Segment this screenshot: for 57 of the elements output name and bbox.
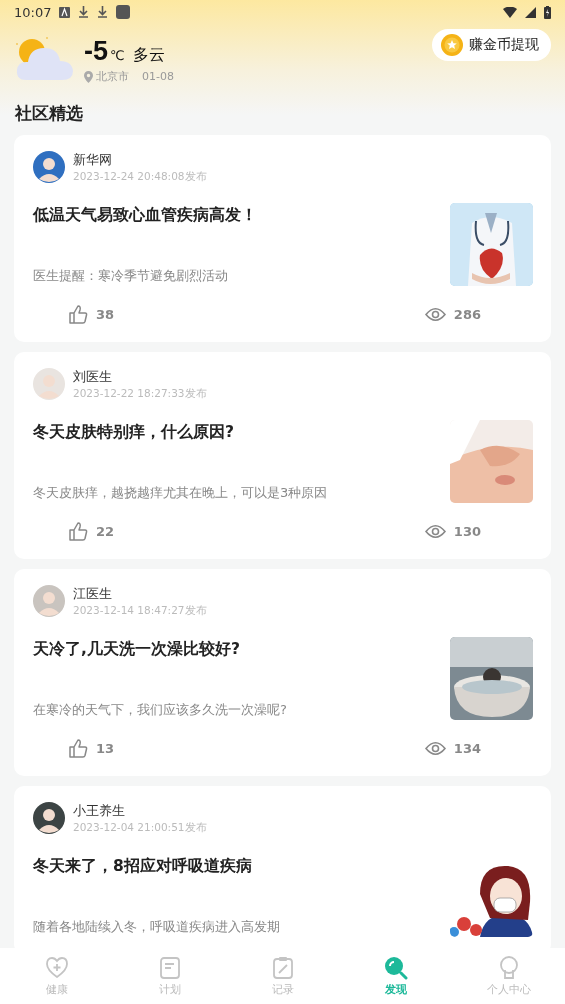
temperature: -5 <box>84 36 108 67</box>
post-card[interactable]: 小王养生 2023-12-04 21:00:51发布 冬天来了，8招应对呼吸道疾病 随着各地陆续入冬，呼吸道疾病进入高发期 <box>14 786 551 948</box>
author-name: 江医生 <box>73 585 113 603</box>
author-name: 新华网 <box>73 151 113 169</box>
post-title: 冬天来了，8招应对呼吸道疾病 <box>33 856 253 877</box>
signal-icon <box>525 6 536 18</box>
post-summary: 在寒冷的天气下，我们应该多久洗一次澡呢? <box>33 701 288 719</box>
like-count: 22 <box>96 523 115 539</box>
eye-icon <box>424 306 446 322</box>
download-icon <box>97 6 109 18</box>
temperature-unit: ℃ <box>110 48 125 63</box>
post-title: 冬天皮肤特别痒，什么原因? <box>33 422 235 443</box>
view-count: 134 <box>453 740 481 756</box>
location-pin-icon <box>84 70 93 83</box>
post-title: 低温天气易致心血管疾病高发！ <box>33 205 258 226</box>
author-name: 小王养生 <box>73 802 126 820</box>
battery-icon <box>544 5 551 19</box>
status-time: 10:07 <box>14 4 52 20</box>
avatar <box>33 802 65 834</box>
wifi-icon <box>503 6 517 18</box>
author-name: 刘医生 <box>73 368 113 386</box>
thumbs-up-icon[interactable] <box>69 738 88 758</box>
thumbs-up-icon[interactable] <box>69 521 88 541</box>
eye-icon <box>424 523 446 539</box>
avatar <box>33 151 65 183</box>
publish-time: 2023-12-14 18:47:27发布 <box>73 604 207 618</box>
weather-date: 01-08 <box>142 70 174 83</box>
app-icon <box>116 5 131 19</box>
publish-time: 2023-12-24 20:48:08发布 <box>73 170 207 184</box>
download-icon <box>78 6 90 18</box>
like-count: 38 <box>96 306 115 322</box>
post-title: 天冷了,几天洗一次澡比较好? <box>33 639 241 660</box>
view-count: 130 <box>453 523 481 539</box>
avatar <box>33 368 65 400</box>
eye-icon <box>424 740 446 756</box>
weather-condition: 多云 <box>132 45 165 66</box>
publish-time: 2023-12-04 21:00:51发布 <box>73 821 207 835</box>
notification-icon <box>59 6 71 18</box>
post-card[interactable]: 新华网 2023-12-24 20:48:08发布 低温天气易致心血管疾病高发！ 医生提醒：寒冷季节避免剧烈活动 38 286 <box>14 135 551 342</box>
thumbs-up-icon[interactable] <box>69 304 88 324</box>
avatar <box>33 585 65 617</box>
like-count: 13 <box>96 740 115 756</box>
publish-time: 2023-12-22 18:27:33发布 <box>73 387 207 401</box>
heart-plus-icon <box>44 955 69 980</box>
section-title: 社区精选 <box>14 102 84 125</box>
city-name: 北京市 <box>96 69 129 84</box>
post-card[interactable]: 刘医生 2023-12-22 18:27:33发布 冬天皮肤特别痒，什么原因? 冬天皮肤痒，越挠越痒尤其在晚上，可以是3种原因 22 130 <box>14 352 551 559</box>
post-summary: 冬天皮肤痒，越挠越痒尤其在晚上，可以是3种原因 <box>33 484 329 502</box>
note-icon <box>157 955 182 980</box>
post-summary: 随着各地陆续入冬，呼吸道疾病进入高发期 <box>33 918 281 936</box>
search-icon <box>383 955 408 980</box>
clipboard-icon <box>270 955 295 980</box>
coin-withdraw-button[interactable]: 赚金币提现 <box>432 29 551 61</box>
coin-icon <box>441 34 463 56</box>
view-count: 286 <box>453 306 481 322</box>
post-summary: 医生提醒：寒冷季节避免剧烈活动 <box>33 267 229 285</box>
post-card[interactable]: 江医生 2023-12-14 18:47:27发布 天冷了,几天洗一次澡比较好? 在寒冷的天气下，我们应该多久洗一次澡呢? 13 134 <box>14 569 551 776</box>
